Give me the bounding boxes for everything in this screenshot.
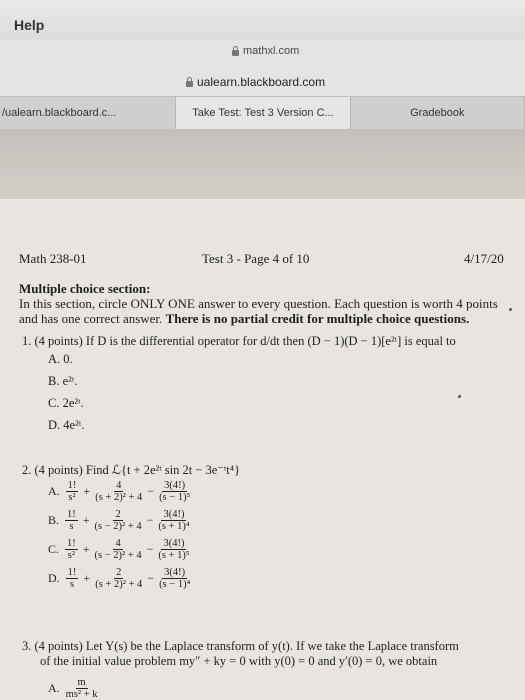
page-content-top — [0, 129, 525, 199]
q1-option-c[interactable]: C. 2e²ᵗ. — [48, 396, 84, 411]
url-top-text: mathxl.com — [243, 45, 300, 57]
question-2: 2. (4 points) Find ℒ{t + 2e²ᵗ sin 2t − 3… — [22, 463, 241, 477]
course-label: Math 238-01 — [19, 251, 87, 266]
q1-option-b[interactable]: B. e²ᵗ. — [48, 374, 77, 389]
question-3-line-2: of the initial value problem my″ + ky = … — [40, 654, 438, 668]
section-title: Multiple choice section: — [19, 281, 151, 296]
tab-blackboard[interactable]: /ualearn.blackboard.c... — [0, 97, 177, 129]
q2-option-a[interactable]: A. 1! s² + 4 (s + 2)² + 4 − 3(4!) (s − 1)⁵ — [48, 480, 192, 503]
q2-option-c[interactable]: C. 1! s² + 4 (s − 2)² + 4 − 3(4!) (s + 1)⁵ — [48, 538, 192, 561]
instructions-line-1: In this section, circle ONLY ONE answer … — [19, 296, 498, 311]
speck — [509, 308, 512, 311]
q3-option-a[interactable]: A. m ms² + k — [48, 677, 100, 700]
q1-option-a[interactable]: A. 0. — [48, 352, 73, 367]
url-main-text: ualearn.blackboard.com — [197, 75, 326, 89]
q1-option-d[interactable]: D. 4e²ᵗ. — [48, 418, 84, 433]
date-label: 4/17/20 — [464, 251, 504, 266]
test-label: Test 3 - Page 4 of 10 — [202, 251, 310, 266]
question-1: 1. (4 points) If D is the differential o… — [22, 334, 456, 348]
url-main[interactable]: ualearn.blackboard.com — [186, 75, 325, 89]
tab-take-test[interactable]: Take Test: Test 3 Version C... — [176, 97, 351, 129]
lock-icon — [186, 76, 193, 87]
q2-option-b[interactable]: B. 1! s + 2 (s − 2)² + 4 − 3(4!) (s + 1)⁴ — [48, 509, 192, 532]
instructions-line-2: and has one correct answer. There is no … — [19, 311, 470, 326]
tab-bar: /ualearn.blackboard.c... Take Test: Test… — [0, 96, 525, 130]
q2-option-d[interactable]: D. 1! s + 2 (s + 2)² + 4 − 3(4!) (s − 1)⁴ — [48, 567, 192, 590]
test-paper: Math 238-01 Test 3 - Page 4 of 10 4/17/2… — [0, 199, 525, 700]
menu-bar: Help — [0, 0, 525, 41]
help-menu[interactable]: Help — [14, 17, 44, 33]
question-3-line-1: 3. (4 points) Let Y(s) be the Laplace tr… — [22, 639, 459, 653]
tab-gradebook[interactable]: Gradebook — [351, 97, 525, 129]
url-top[interactable]: mathxl.com — [232, 45, 299, 57]
speck — [458, 395, 461, 398]
lock-icon — [232, 45, 239, 56]
